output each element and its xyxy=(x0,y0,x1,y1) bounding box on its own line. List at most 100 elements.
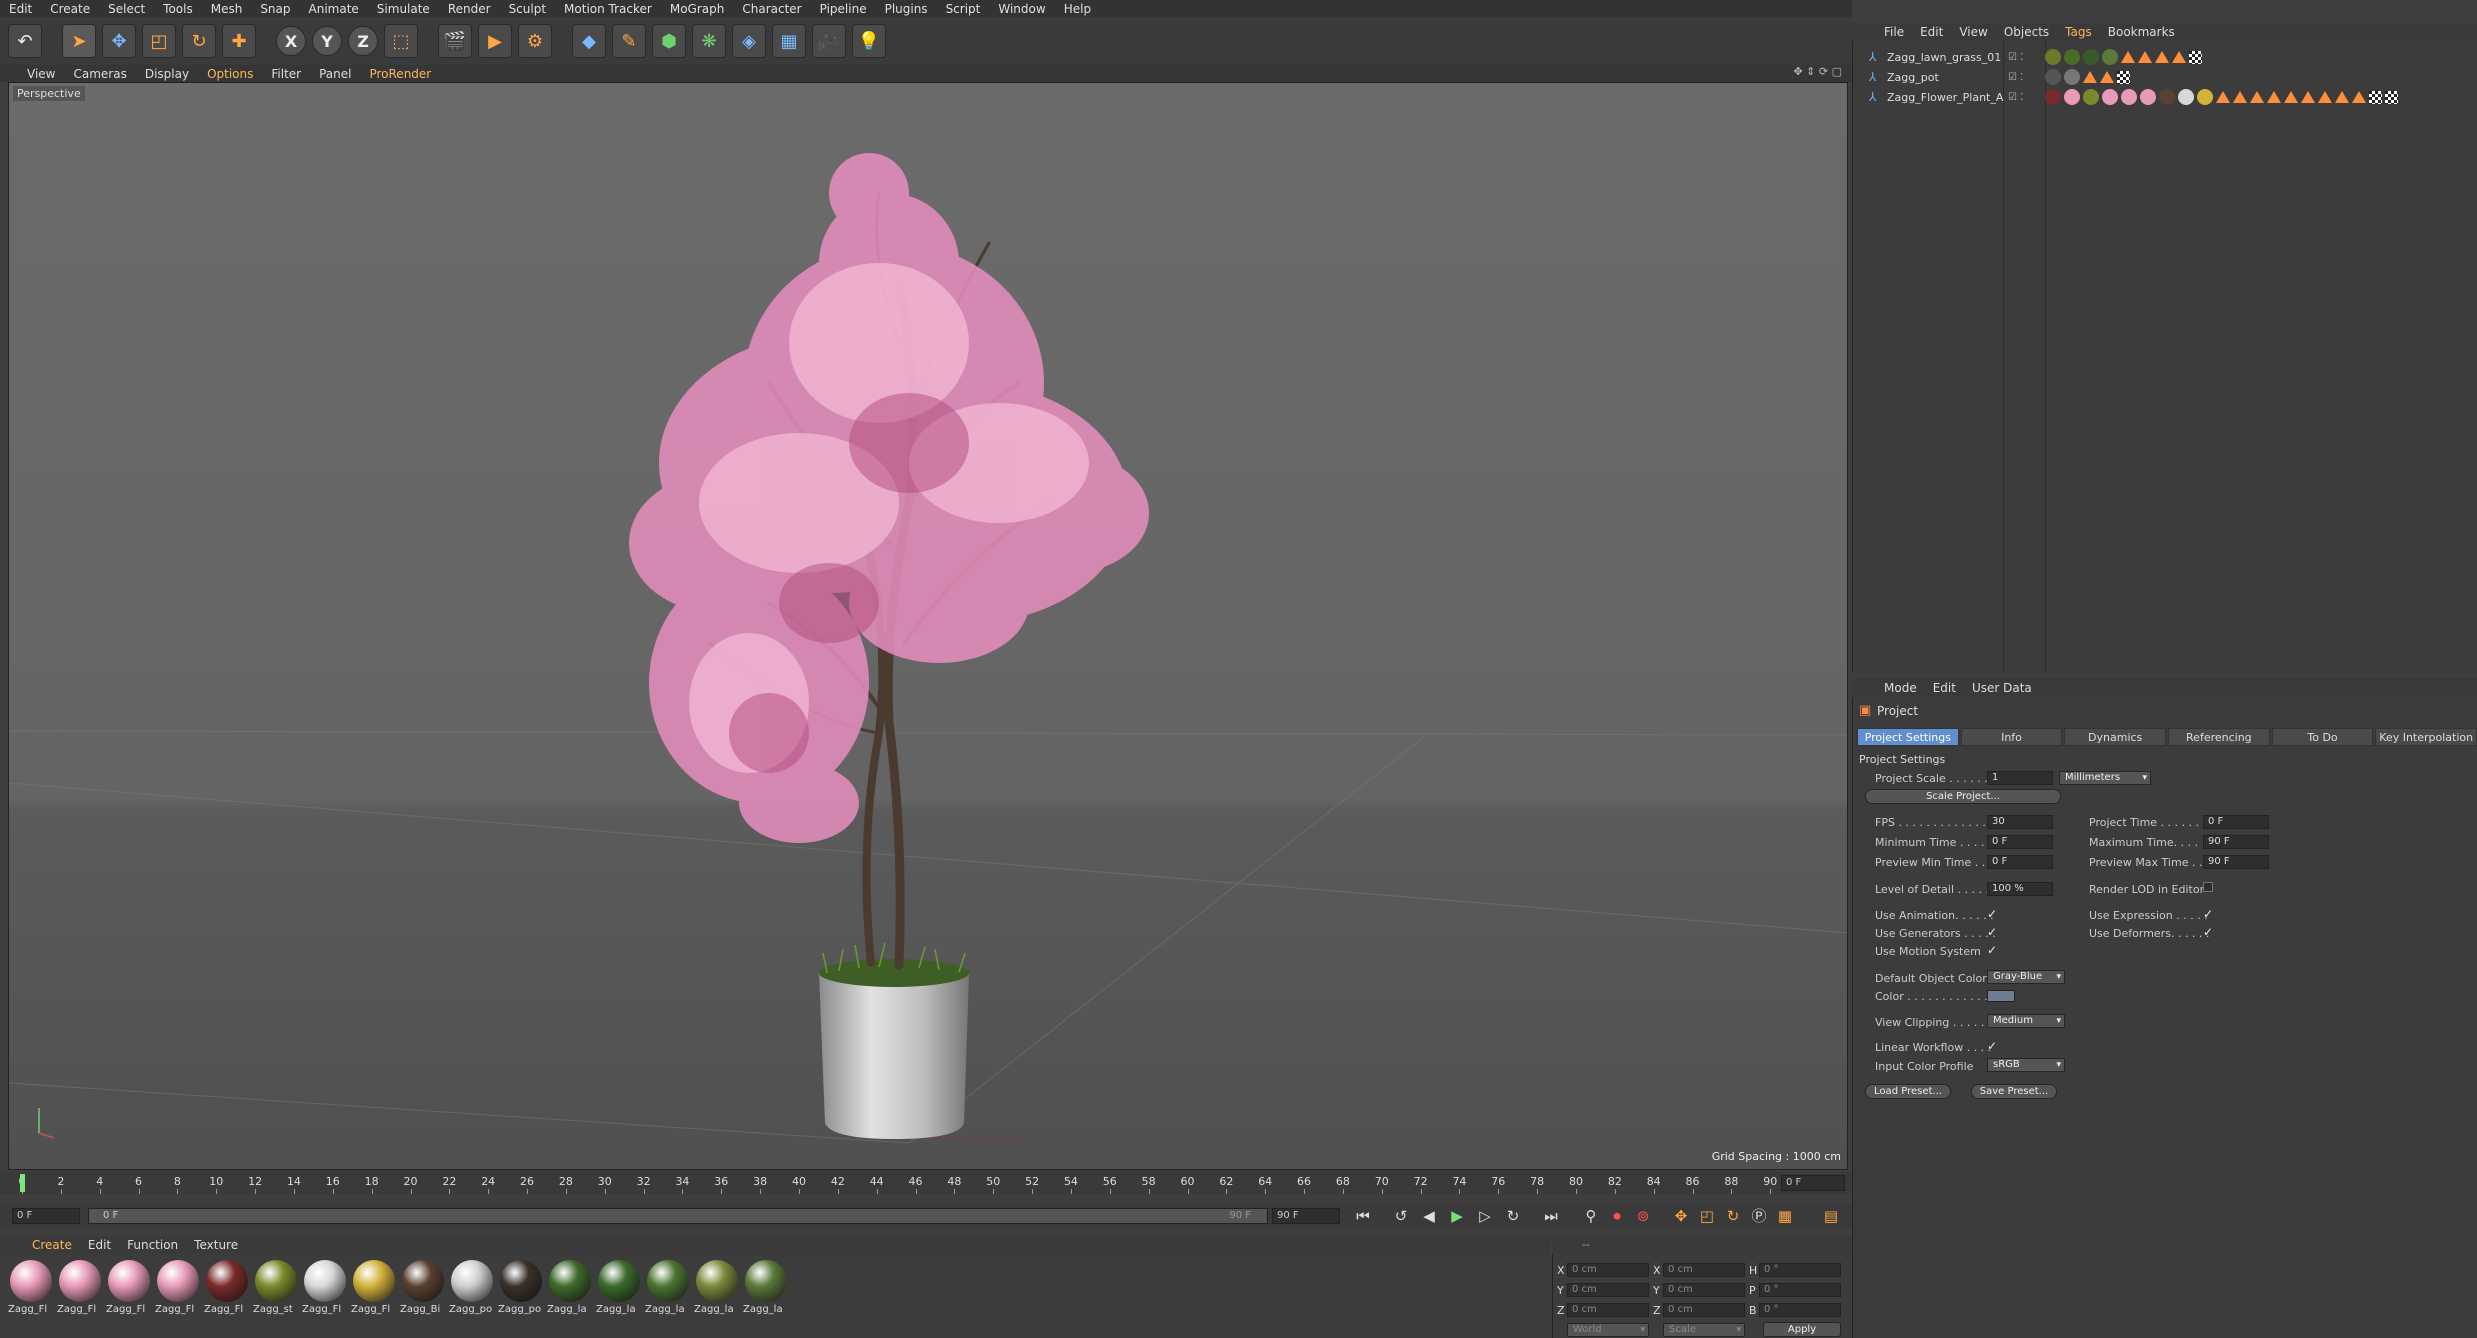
selection-tag-icon[interactable] xyxy=(2138,51,2152,63)
material-tag-icon[interactable] xyxy=(2159,89,2175,105)
material-preview-icon[interactable] xyxy=(206,1260,248,1302)
select-arrow-icon[interactable]: ➤ xyxy=(62,24,96,58)
selection-tag-icon[interactable] xyxy=(2121,51,2135,63)
menu-animate[interactable]: Animate xyxy=(300,2,368,16)
material-tag-icon[interactable] xyxy=(2064,69,2080,85)
material-item[interactable]: Zagg_st xyxy=(253,1260,299,1328)
use-expression-checkbox[interactable]: ✓ xyxy=(2203,908,2215,920)
selection-tag-icon[interactable] xyxy=(2100,71,2114,83)
render-lod-checkbox[interactable] xyxy=(2203,882,2213,892)
material-label[interactable]: Zagg_la xyxy=(694,1304,740,1315)
timeline-ruler[interactable]: 0246810121416182022242628303234363840424… xyxy=(0,1172,1852,1194)
material-label[interactable]: Zagg_Bi xyxy=(400,1304,446,1315)
coord-mode-dropdown[interactable]: Scale xyxy=(1663,1323,1745,1337)
material-item[interactable]: Zagg_la xyxy=(743,1260,789,1328)
selection-tag-icon[interactable] xyxy=(2172,51,2186,63)
attr-menu-edit[interactable]: Edit xyxy=(1925,681,1964,695)
tab-dynamics[interactable]: Dynamics xyxy=(2064,728,2167,746)
menu-window[interactable]: Window xyxy=(989,2,1054,16)
material-preview-icon[interactable] xyxy=(353,1260,395,1302)
viewport-menu-filter[interactable]: Filter xyxy=(262,67,310,81)
material-item[interactable]: Zagg_Fl xyxy=(204,1260,250,1328)
render-settings-icon[interactable]: ⚙ xyxy=(518,24,552,58)
material-tag-icon[interactable] xyxy=(2102,49,2118,65)
save-preset-button[interactable]: Save Preset... xyxy=(1971,1084,2057,1099)
material-preview-icon[interactable] xyxy=(255,1260,297,1302)
selection-tag-icon[interactable] xyxy=(2267,91,2281,103)
selection-tag-icon[interactable] xyxy=(2216,91,2230,103)
perspective-viewport[interactable]: Perspective Grid Spacing : 1000 cm xyxy=(8,82,1848,1170)
viewport-menu-display[interactable]: Display xyxy=(136,67,198,81)
viewport-menu-cameras[interactable]: Cameras xyxy=(64,67,135,81)
scale-icon[interactable]: ◰ xyxy=(142,24,176,58)
tag-strip[interactable] xyxy=(2045,49,2202,65)
material-item[interactable]: Zagg_po xyxy=(449,1260,495,1328)
selection-tag-icon[interactable] xyxy=(2083,71,2097,83)
y-axis-icon[interactable]: Y xyxy=(312,26,342,56)
menu-character[interactable]: Character xyxy=(733,2,810,16)
material-item[interactable]: Zagg_Bi xyxy=(400,1260,446,1328)
material-item[interactable]: Zagg_Fl xyxy=(8,1260,54,1328)
menu-plugins[interactable]: Plugins xyxy=(876,2,937,16)
deformer-icon[interactable]: ◈ xyxy=(732,24,766,58)
viewport-menu-prorender[interactable]: ProRender xyxy=(360,67,440,81)
undo-icon[interactable]: ↶ xyxy=(8,24,42,58)
mat-menu-texture[interactable]: Texture xyxy=(186,1238,246,1252)
attr-menu-user-data[interactable]: User Data xyxy=(1964,681,2040,695)
material-item[interactable]: Zagg_po xyxy=(498,1260,544,1328)
material-tag-icon[interactable] xyxy=(2102,89,2118,105)
timeline-window-icon[interactable]: ▤ xyxy=(1820,1207,1842,1225)
current-frame-field[interactable]: 0 F xyxy=(12,1208,80,1224)
material-label[interactable]: Zagg_po xyxy=(449,1304,495,1315)
material-label[interactable]: Zagg_Fl xyxy=(155,1304,201,1315)
object-row-flower-plant[interactable]: ⅄ Zagg_Flower_Plant_A ☑ ⁚ xyxy=(1853,87,2477,107)
menu-sculpt[interactable]: Sculpt xyxy=(500,2,555,16)
material-preview-icon[interactable] xyxy=(451,1260,493,1302)
material-preview-icon[interactable] xyxy=(647,1260,689,1302)
tab-to-do[interactable]: To Do xyxy=(2271,728,2374,746)
view-clipping-dropdown[interactable]: Medium xyxy=(1987,1014,2065,1028)
material-item[interactable]: Zagg_la xyxy=(596,1260,642,1328)
play-icon[interactable]: ▶ xyxy=(1446,1207,1468,1225)
material-tag-icon[interactable] xyxy=(2197,89,2213,105)
next-frame-icon[interactable]: ▷ xyxy=(1474,1207,1496,1225)
material-tag-icon[interactable] xyxy=(2178,89,2194,105)
om-menu-edit[interactable]: Edit xyxy=(1912,25,1951,39)
viewport-menu-view[interactable]: View xyxy=(18,67,64,81)
key-parameter-icon[interactable]: Ⓟ xyxy=(1748,1207,1770,1225)
tab-referencing[interactable]: Referencing xyxy=(2168,728,2270,746)
load-preset-button[interactable]: Load Preset... xyxy=(1865,1084,1951,1099)
key-rotation-icon[interactable]: ↻ xyxy=(1722,1207,1744,1225)
menu-mograph[interactable]: MoGraph xyxy=(661,2,734,16)
uvw-tag-icon[interactable] xyxy=(2369,90,2382,104)
selection-tag-icon[interactable] xyxy=(2233,91,2247,103)
mat-menu-function[interactable]: Function xyxy=(119,1238,186,1252)
material-preview-icon[interactable] xyxy=(500,1260,542,1302)
material-tag-icon[interactable] xyxy=(2045,49,2061,65)
om-menu-bookmarks[interactable]: Bookmarks xyxy=(2100,25,2183,39)
material-tag-icon[interactable] xyxy=(2083,49,2099,65)
viewport-menu-panel[interactable]: Panel xyxy=(310,67,360,81)
menu-render[interactable]: Render xyxy=(439,2,500,16)
material-item[interactable]: Zagg_la xyxy=(645,1260,691,1328)
linear-workflow-checkbox[interactable]: ✓ xyxy=(1987,1040,1999,1052)
material-item[interactable]: Zagg_Fl xyxy=(106,1260,152,1328)
selection-tag-icon[interactable] xyxy=(2155,51,2169,63)
go-to-start-icon[interactable]: ⏮ xyxy=(1352,1207,1374,1225)
max-frame-field[interactable]: 90 F xyxy=(1272,1208,1340,1224)
coordinate-system-icon[interactable]: ⬚ xyxy=(384,24,418,58)
material-preview-icon[interactable] xyxy=(304,1260,346,1302)
material-tag-icon[interactable] xyxy=(2045,89,2061,105)
menu-motion-tracker[interactable]: Motion Tracker xyxy=(555,2,661,16)
key-pla-icon[interactable]: ▦ xyxy=(1774,1207,1796,1225)
use-deformers-checkbox[interactable]: ✓ xyxy=(2203,926,2215,938)
object-row-pot[interactable]: ⅄ Zagg_pot ☑ ⁚ xyxy=(1853,67,2477,87)
next-key-icon[interactable]: ↻ xyxy=(1502,1207,1524,1225)
uvw-tag-icon[interactable] xyxy=(2189,50,2202,64)
object-name[interactable]: Zagg_lawn_grass_01 xyxy=(1887,51,2001,64)
material-label[interactable]: Zagg_Fl xyxy=(351,1304,397,1315)
material-label[interactable]: Zagg_Fl xyxy=(8,1304,54,1315)
menu-simulate[interactable]: Simulate xyxy=(368,2,439,16)
coord-space-dropdown[interactable]: World xyxy=(1567,1323,1649,1337)
material-preview-icon[interactable] xyxy=(59,1260,101,1302)
